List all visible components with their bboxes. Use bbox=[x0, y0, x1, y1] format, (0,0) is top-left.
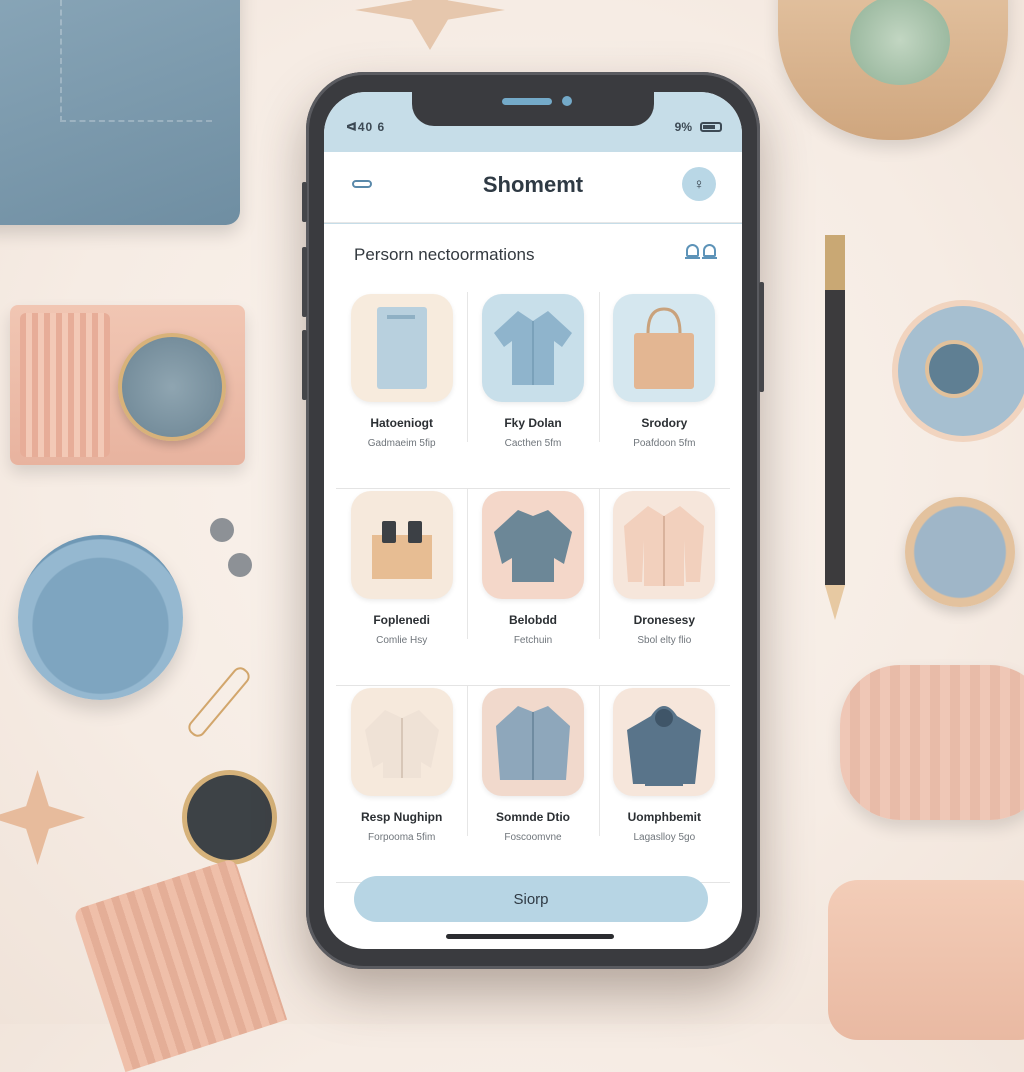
product-name: Srodory bbox=[641, 416, 688, 430]
battery-icon bbox=[700, 122, 722, 132]
section-title: Persorn nectoormations bbox=[354, 245, 535, 264]
product-subtitle: Forpooma 5fim bbox=[368, 832, 436, 843]
product-card[interactable]: Somnde Dtio Foscoomvne bbox=[467, 686, 598, 882]
bottom-bar: Siorp bbox=[324, 876, 742, 949]
app-title: Shomemt bbox=[482, 172, 584, 197]
towel-roll-decor bbox=[840, 665, 1024, 820]
stud-decor bbox=[210, 518, 234, 542]
product-card[interactable]: Hatoeniogt Gadmaeim 5fip bbox=[336, 292, 467, 488]
product-subtitle: Poafdoon 5fm bbox=[633, 438, 696, 449]
shop-button[interactable]: Siorp bbox=[354, 876, 708, 922]
product-card[interactable]: Fky Dolan Cacthen 5fm bbox=[467, 292, 598, 488]
tin-decor bbox=[905, 497, 1015, 607]
tote-bag-icon bbox=[634, 307, 695, 389]
wallet-disc-decor bbox=[118, 333, 226, 441]
stud-decor bbox=[228, 553, 252, 577]
product-name: Fky Dolan bbox=[504, 416, 562, 430]
product-thumb bbox=[613, 688, 716, 796]
box-icon bbox=[371, 521, 432, 579]
towel-decor bbox=[828, 880, 1024, 1040]
product-subtitle: Sbol elty flio bbox=[637, 635, 692, 646]
star-top-decor bbox=[355, 0, 505, 50]
phone-screen: ᐊ40 6 9% Shomemt ♀ Persorn nectoormation… bbox=[324, 92, 742, 949]
tape-dot-decor bbox=[925, 340, 983, 398]
sweater-icon bbox=[493, 510, 572, 582]
status-right: 9% bbox=[675, 120, 722, 134]
product-name: Hatoeniogt bbox=[370, 416, 433, 430]
product-thumb bbox=[481, 688, 584, 796]
section-actions[interactable] bbox=[685, 244, 717, 259]
product-row: Hatoeniogt Gadmaeim 5fip Fky Dolan Cacth… bbox=[336, 292, 730, 489]
product-grid: Hatoeniogt Gadmaeim 5fip Fky Dolan Cacth… bbox=[336, 292, 730, 883]
product-card[interactable]: Foplenedi Comlie Hsy bbox=[336, 489, 467, 685]
jacket-icon bbox=[364, 710, 439, 778]
product-thumb bbox=[350, 688, 453, 796]
product-name: Dronesesy bbox=[633, 613, 695, 627]
product-subtitle: Foscoomvne bbox=[504, 832, 562, 843]
product-thumb bbox=[481, 294, 584, 402]
battery-percent: 9% bbox=[674, 120, 692, 134]
status-signal: ᐊ40 6 bbox=[346, 120, 386, 134]
product-card[interactable]: Dronesesy Sbol elty flio bbox=[598, 489, 730, 685]
knit-jacket-icon bbox=[495, 706, 570, 780]
product-subtitle: Comlie Hsy bbox=[376, 635, 428, 646]
home-indicator[interactable] bbox=[446, 934, 614, 939]
bell-icon[interactable] bbox=[702, 244, 717, 259]
product-subtitle: Fetchuin bbox=[513, 635, 553, 646]
product-name: Belobdd bbox=[508, 613, 557, 627]
product-thumb bbox=[350, 294, 453, 402]
product-card[interactable]: Uomphbemit Lagaslloy 5go bbox=[598, 686, 730, 882]
product-thumb bbox=[613, 491, 716, 599]
power-button bbox=[759, 282, 764, 392]
product-row: Resp Nughipn Forpooma 5fim Somnde Dtio F… bbox=[336, 686, 730, 883]
volume-down-button bbox=[302, 330, 307, 400]
shirt-icon bbox=[493, 311, 572, 385]
profile-glyph: ♀ bbox=[693, 175, 705, 193]
product-card[interactable]: Belobdd Fetchuin bbox=[467, 489, 598, 685]
profile-icon[interactable]: ♀ bbox=[682, 167, 716, 201]
product-name: Uomphbemit bbox=[627, 810, 701, 824]
product-name: Somnde Dtio bbox=[495, 810, 570, 824]
notch bbox=[412, 92, 654, 126]
product-subtitle: Lagaslloy 5go bbox=[633, 832, 696, 843]
bell-icon[interactable] bbox=[685, 244, 700, 259]
cardigan-icon bbox=[624, 506, 705, 586]
product-name: Foplenedi bbox=[373, 613, 430, 627]
star-decor bbox=[0, 770, 85, 865]
cup-decor bbox=[72, 857, 288, 1072]
volume-up-button bbox=[302, 247, 307, 317]
hoodie-icon bbox=[627, 706, 702, 786]
puck-decor bbox=[182, 770, 277, 865]
blue-bowl-decor bbox=[18, 535, 183, 700]
product-thumb bbox=[350, 491, 453, 599]
mute-switch bbox=[302, 182, 307, 222]
app-header: Shomemt ♀ bbox=[324, 152, 742, 223]
paperclip-decor bbox=[185, 664, 253, 740]
camera-dot bbox=[562, 96, 572, 106]
phone-frame: ᐊ40 6 9% Shomemt ♀ Persorn nectoormation… bbox=[302, 72, 764, 969]
blue-fabric-decor bbox=[0, 0, 240, 225]
product-card[interactable]: Resp Nughipn Forpooma 5fim bbox=[336, 686, 467, 882]
product-thumb bbox=[481, 491, 584, 599]
speaker-grille bbox=[502, 98, 552, 105]
product-subtitle: Gadmaeim 5fip bbox=[367, 438, 436, 449]
product-card[interactable]: Srodory Poafdoon 5fm bbox=[598, 292, 730, 488]
notebook-icon bbox=[376, 307, 427, 389]
product-thumb bbox=[613, 294, 716, 402]
product-subtitle: Cacthen 5fm bbox=[504, 438, 562, 449]
product-row: Foplenedi Comlie Hsy Belobdd Fetchuin Dr… bbox=[336, 489, 730, 686]
product-name: Resp Nughipn bbox=[361, 810, 443, 824]
pencil-decor bbox=[825, 235, 845, 620]
